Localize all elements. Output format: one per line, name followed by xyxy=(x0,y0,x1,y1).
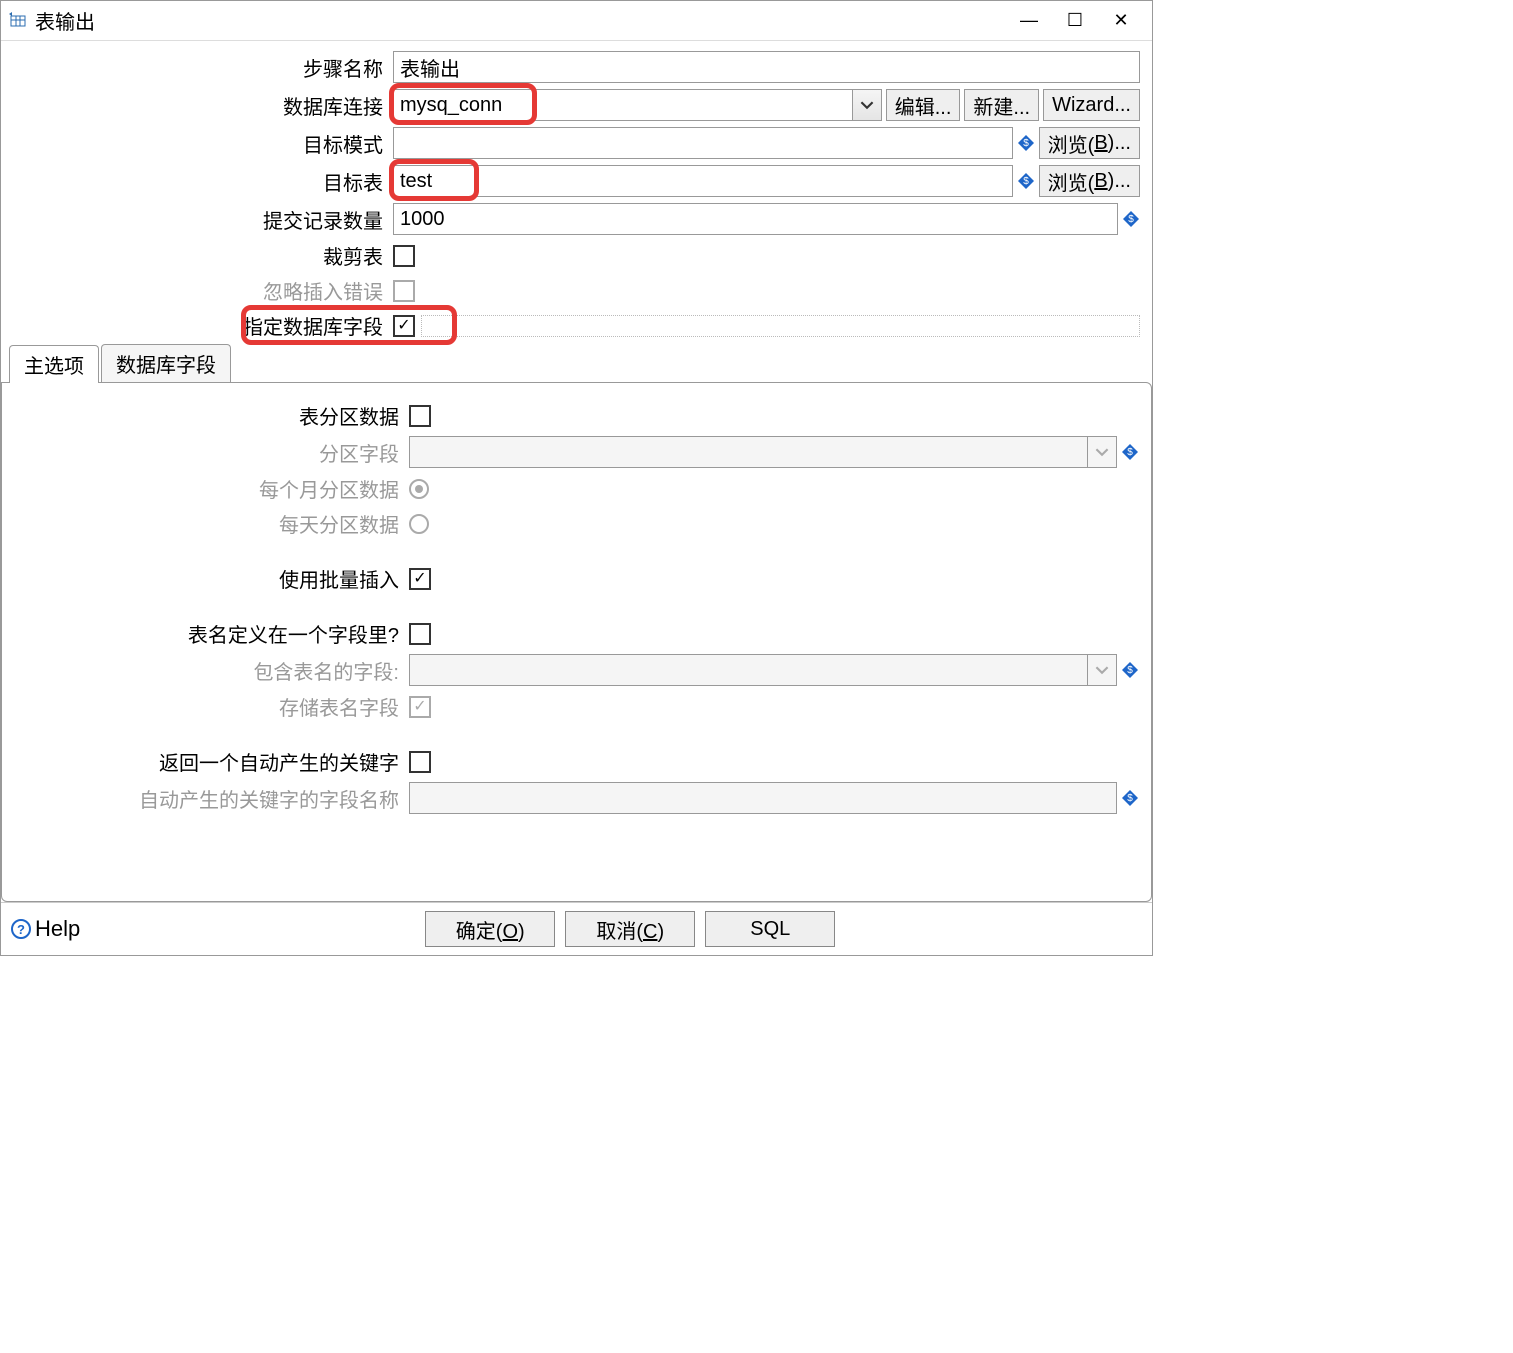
variable-icon: $ xyxy=(1017,172,1035,190)
dotted-spacer xyxy=(421,315,1140,337)
label-partition-field: 分区字段 xyxy=(14,438,409,467)
label-target-table: 目标表 xyxy=(13,167,393,196)
close-button[interactable]: ✕ xyxy=(1098,5,1144,37)
browse-schema-button[interactable]: 浏览(B)... xyxy=(1039,127,1140,159)
label-partition-data: 表分区数据 xyxy=(14,401,409,430)
minimize-button[interactable]: — xyxy=(1006,5,1052,37)
svg-text:$: $ xyxy=(1127,665,1133,676)
window-title: 表输出 xyxy=(35,6,1006,35)
variable-icon: $ xyxy=(1121,661,1139,679)
tab-panel-main: 表分区数据 分区字段 $ 每个月分区数据 每天分 xyxy=(1,382,1152,902)
form-area: 步骤名称 数据库连接 编辑... 新建... Wizard... 目标模式 $ … xyxy=(1,41,1152,344)
db-conn-value[interactable] xyxy=(393,89,852,121)
maximize-button[interactable]: ☐ xyxy=(1052,5,1098,37)
label-step-name: 步骤名称 xyxy=(13,53,393,82)
ok-button[interactable]: 确定(O) xyxy=(425,911,555,947)
label-store-table-field: 存储表名字段 xyxy=(14,692,409,721)
svg-text:$: $ xyxy=(1127,447,1133,458)
step-name-input[interactable] xyxy=(393,51,1140,83)
specify-db-fields-checkbox[interactable] xyxy=(393,315,415,337)
field-with-table-combo xyxy=(409,654,1117,686)
label-use-batch: 使用批量插入 xyxy=(14,564,409,593)
svg-text:$: $ xyxy=(1023,138,1029,149)
svg-text:?: ? xyxy=(17,922,25,937)
titlebar: 表输出 — ☐ ✕ xyxy=(1,1,1152,41)
label-specify-db-fields: 指定数据库字段 xyxy=(13,311,393,340)
variable-icon: $ xyxy=(1017,134,1035,152)
browse-table-button[interactable]: 浏览(B)... xyxy=(1039,165,1140,197)
field-with-table-value xyxy=(409,654,1087,686)
label-commit-size: 提交记录数量 xyxy=(13,205,393,234)
edit-conn-button[interactable]: 编辑... xyxy=(886,89,961,121)
label-target-schema: 目标模式 xyxy=(13,129,393,158)
truncate-checkbox[interactable] xyxy=(393,245,415,267)
table-output-icon xyxy=(9,12,27,30)
label-table-in-field: 表名定义在一个字段里? xyxy=(14,619,409,648)
chevron-down-icon xyxy=(1087,654,1117,686)
use-batch-checkbox[interactable] xyxy=(409,568,431,590)
svg-text:$: $ xyxy=(1128,214,1134,225)
tab-db-fields[interactable]: 数据库字段 xyxy=(101,344,231,382)
help-link[interactable]: ? Help xyxy=(11,916,80,942)
variable-icon: $ xyxy=(1121,443,1139,461)
tab-main[interactable]: 主选项 xyxy=(9,345,99,383)
svg-text:$: $ xyxy=(1127,793,1133,804)
partition-data-checkbox[interactable] xyxy=(409,405,431,427)
cancel-button[interactable]: 取消(C) xyxy=(565,911,695,947)
wizard-button[interactable]: Wizard... xyxy=(1043,89,1140,121)
partition-field-value xyxy=(409,436,1087,468)
label-field-with-table: 包含表名的字段: xyxy=(14,656,409,685)
label-return-auto-key: 返回一个自动产生的关键字 xyxy=(14,747,409,776)
label-partition-daily: 每天分区数据 xyxy=(14,509,409,538)
table-in-field-checkbox[interactable] xyxy=(409,623,431,645)
auto-key-field-input xyxy=(409,782,1117,814)
store-table-field-checkbox xyxy=(409,696,431,718)
db-conn-combo[interactable] xyxy=(393,89,882,121)
footer: ? Help 确定(O) 取消(C) SQL xyxy=(1,902,1152,955)
target-table-input[interactable] xyxy=(393,165,1013,197)
chevron-down-icon xyxy=(1087,436,1117,468)
sql-button[interactable]: SQL xyxy=(705,911,835,947)
new-conn-button[interactable]: 新建... xyxy=(964,89,1039,121)
label-ignore-insert-err: 忽略插入错误 xyxy=(13,276,393,305)
label-db-conn: 数据库连接 xyxy=(13,91,393,120)
commit-size-input[interactable] xyxy=(393,203,1118,235)
variable-icon: $ xyxy=(1122,210,1140,228)
ignore-insert-err-checkbox xyxy=(393,280,415,302)
tabs: 主选项 数据库字段 表分区数据 分区字段 $ xyxy=(1,344,1152,902)
chevron-down-icon[interactable] xyxy=(852,89,882,121)
svg-text:$: $ xyxy=(1023,176,1029,187)
variable-icon: $ xyxy=(1121,789,1139,807)
partition-monthly-radio xyxy=(409,479,429,499)
partition-daily-radio xyxy=(409,514,429,534)
partition-field-combo xyxy=(409,436,1117,468)
dialog-window: 表输出 — ☐ ✕ 步骤名称 数据库连接 编辑... 新建... Wizard.… xyxy=(0,0,1153,956)
target-schema-input[interactable] xyxy=(393,127,1013,159)
label-partition-monthly: 每个月分区数据 xyxy=(14,474,409,503)
return-auto-key-checkbox[interactable] xyxy=(409,751,431,773)
label-truncate: 裁剪表 xyxy=(13,241,393,270)
label-auto-key-field: 自动产生的关键字的字段名称 xyxy=(14,784,409,813)
